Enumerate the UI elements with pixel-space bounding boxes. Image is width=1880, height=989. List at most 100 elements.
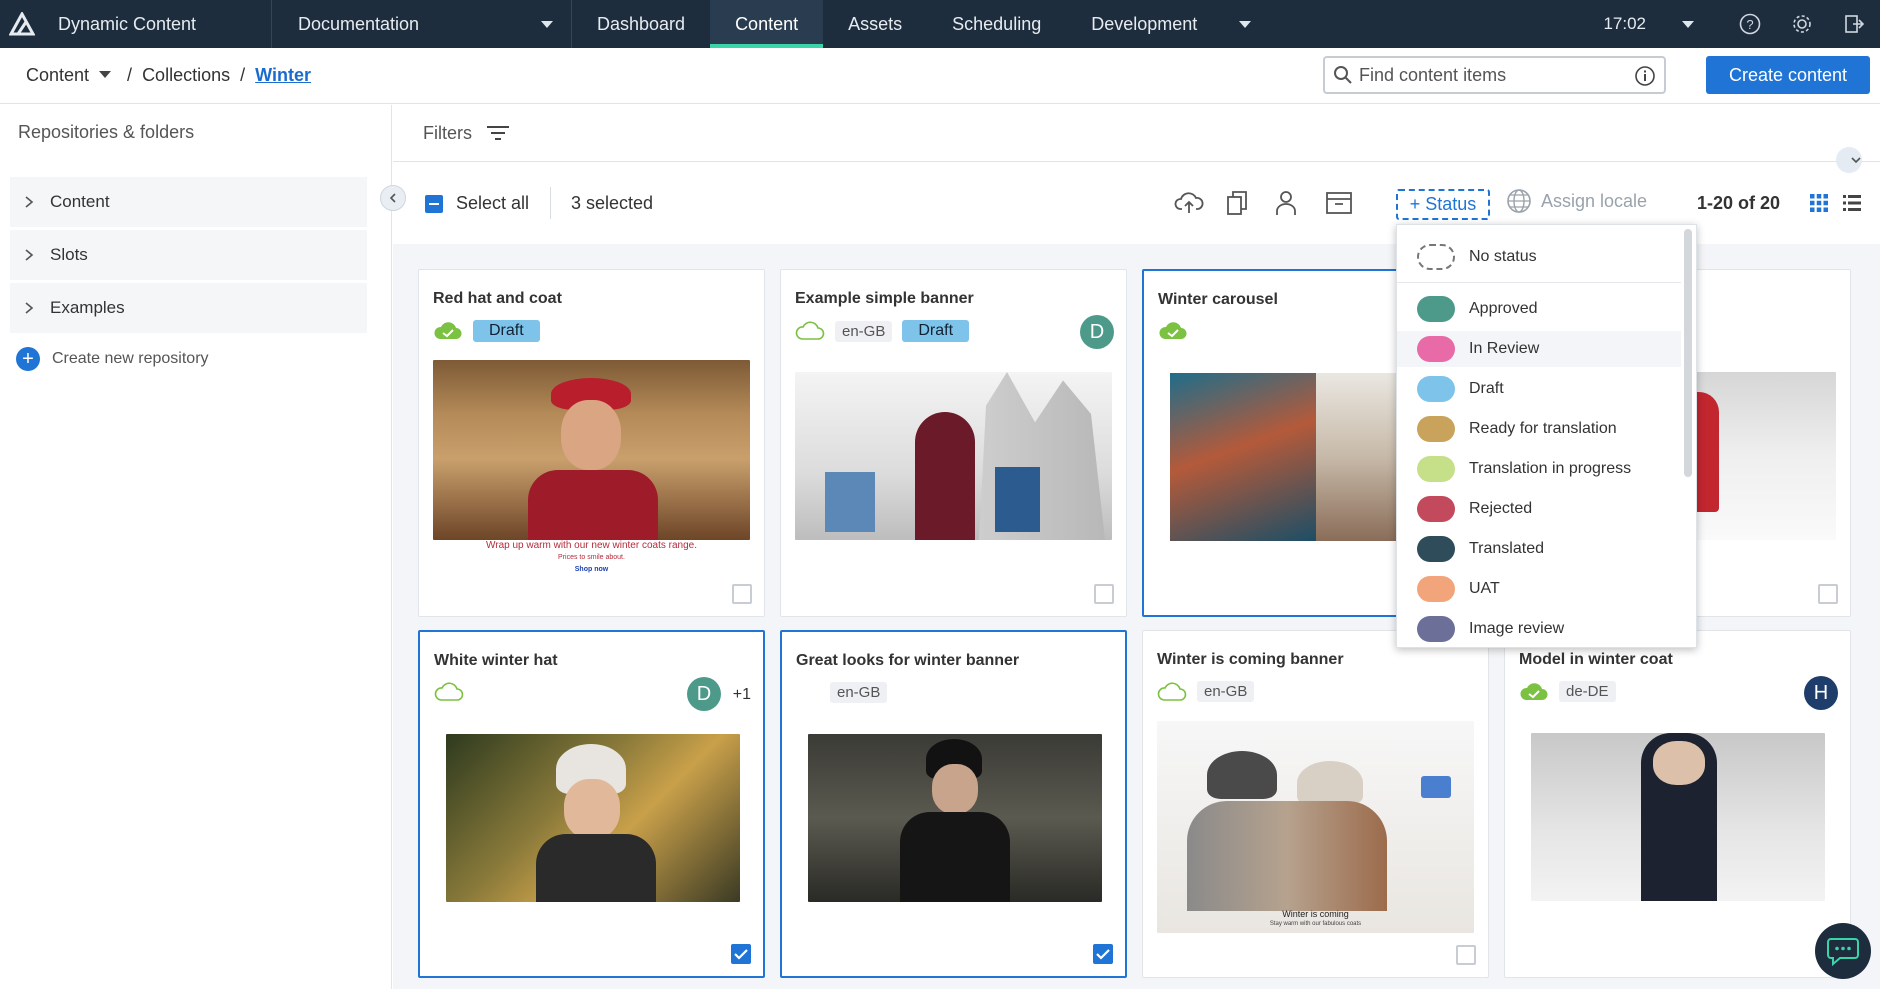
search-input[interactable]: Find content items [1323, 56, 1666, 94]
content-card-model-coat[interactable]: Model in winter coat de-DE H [1504, 630, 1851, 978]
tab-scheduling[interactable]: Scheduling [927, 0, 1066, 48]
breadcrumb-collections[interactable]: Collections [142, 65, 230, 86]
status-badge: Draft [473, 320, 540, 342]
locale-badge: en-GB [835, 320, 893, 342]
breadcrumb-separator: / [240, 65, 246, 85]
sign-out-icon[interactable] [1828, 13, 1880, 35]
card-checkbox[interactable] [1456, 945, 1476, 965]
chevron-down-icon[interactable] [99, 70, 112, 78]
status-option-translation-in-progress[interactable]: Translation in progress [1397, 451, 1681, 487]
status-option-in-review[interactable]: In Review [1397, 331, 1681, 367]
top-nav: Dynamic Content Documentation Dashboard … [0, 0, 1880, 48]
sidebar-item-slots[interactable]: Slots [10, 230, 367, 280]
info-icon[interactable] [1634, 65, 1656, 92]
status-label: Rejected [1469, 500, 1533, 517]
face-shape [564, 779, 620, 839]
filter-icon [487, 126, 509, 140]
status-label: UAT [1469, 580, 1500, 597]
cloud-icon [1157, 681, 1187, 701]
status-label: Ready for translation [1469, 420, 1617, 437]
status-option-no-status[interactable]: No status [1397, 239, 1681, 275]
status-option-translated[interactable]: Translated [1397, 531, 1681, 567]
check-icon [734, 949, 748, 960]
card-title: Example simple banner [795, 290, 974, 307]
list-view-icon[interactable] [1843, 194, 1861, 217]
card-checkbox[interactable] [732, 584, 752, 604]
face-shape [561, 400, 621, 470]
card-thumbnail [808, 734, 1102, 902]
card-checkbox[interactable] [731, 944, 751, 964]
content-card-red-hat[interactable]: Red hat and coat Draft Wrap up warm with… [418, 269, 765, 617]
create-content-button[interactable]: Create content [1706, 56, 1870, 94]
tab-assets[interactable]: Assets [823, 0, 927, 48]
card-checkbox[interactable] [1093, 944, 1113, 964]
card-title: Winter is coming banner [1157, 651, 1344, 668]
breadcrumb-winter[interactable]: Winter [255, 65, 311, 86]
content-card-winter-coming[interactable]: Winter is coming banner en-GB Winter is … [1142, 630, 1489, 978]
tab-content[interactable]: Content [710, 0, 824, 48]
app-name: Dynamic Content [44, 0, 272, 48]
tab-label: Content [735, 13, 799, 34]
help-icon[interactable]: ? [1724, 13, 1776, 35]
selected-count: 3 selected [571, 193, 654, 213]
collapse-sidebar-button[interactable] [380, 185, 406, 211]
select-all-label[interactable]: Select all [456, 193, 529, 214]
banner-subline: Prices to smile about. [558, 554, 625, 561]
filters-bar[interactable]: Filters [393, 105, 1880, 173]
banner-cta[interactable]: Shop now [433, 566, 750, 573]
person-shape [915, 412, 975, 540]
status-swatch [1417, 296, 1455, 322]
hub-selector[interactable]: Documentation [272, 0, 572, 48]
locale-badge: en-GB [1197, 681, 1255, 702]
dropdown-scrollbar[interactable] [1684, 229, 1692, 477]
sidebar-title: Repositories & folders [18, 122, 195, 142]
card-thumbnail [446, 734, 740, 902]
publish-icon[interactable] [1174, 189, 1204, 222]
sidebar-item-content[interactable]: Content [10, 177, 367, 227]
assign-user-icon[interactable] [1274, 189, 1298, 222]
tab-development[interactable]: Development [1066, 0, 1276, 48]
tab-dashboard[interactable]: Dashboard [572, 0, 710, 48]
bag-shape [825, 472, 875, 532]
status-option-draft[interactable]: Draft [1397, 371, 1681, 407]
cloud-icon [795, 321, 825, 340]
status-badge: Draft [902, 320, 970, 342]
grid-view-icon[interactable] [1810, 194, 1828, 217]
create-repository-link[interactable]: + Create new repository [16, 347, 209, 371]
sidebar-item-examples[interactable]: Examples [10, 283, 367, 333]
status-option-ready-for-translation[interactable]: Ready for translation [1397, 411, 1681, 447]
card-checkbox[interactable] [1094, 584, 1114, 604]
tab-label: Scheduling [952, 13, 1042, 34]
assign-locale-button[interactable]: Assign locale [1505, 187, 1647, 215]
status-label: Translation in progress [1469, 460, 1632, 477]
clock-chevron-down-icon[interactable] [1682, 20, 1694, 28]
content-card-white-hat[interactable]: White winter hat D +1 [418, 630, 765, 978]
breadcrumb-content[interactable]: Content [26, 65, 89, 86]
status-option-image-review[interactable]: Image review [1397, 611, 1681, 647]
hub-label: Documentation [298, 13, 420, 34]
status-swatch [1417, 336, 1455, 362]
face-shape [1653, 741, 1705, 785]
status-swatch [1417, 376, 1455, 402]
content-card-example-banner[interactable]: Example simple banner en-GB Draft D [780, 269, 1127, 617]
status-option-uat[interactable]: UAT [1397, 571, 1681, 607]
chat-support-button[interactable] [1815, 923, 1871, 979]
published-cloud-icon [434, 322, 462, 339]
status-option-approved[interactable]: Approved [1397, 291, 1681, 327]
svg-text:?: ? [1746, 17, 1753, 32]
app-logo-icon[interactable] [0, 0, 44, 48]
status-dropdown-menu: No status Approved In Review Draft Ready… [1396, 224, 1697, 648]
archive-icon[interactable] [1325, 189, 1353, 222]
status-button[interactable]: + Status [1396, 189, 1490, 220]
settings-icon[interactable] [1776, 13, 1828, 35]
status-swatch [1417, 416, 1455, 442]
select-all-checkbox[interactable] [425, 195, 443, 213]
breadcrumb-separator: / [127, 65, 133, 85]
status-label: Approved [1469, 300, 1538, 317]
card-checkbox[interactable] [1818, 584, 1838, 604]
chat-bubble-icon [1827, 938, 1859, 966]
status-option-rejected[interactable]: Rejected [1397, 491, 1681, 527]
content-card-great-looks[interactable]: Great looks for winter banner en-GB [780, 630, 1127, 978]
copy-icon[interactable] [1225, 189, 1249, 222]
card-title: Model in winter coat [1519, 651, 1673, 668]
